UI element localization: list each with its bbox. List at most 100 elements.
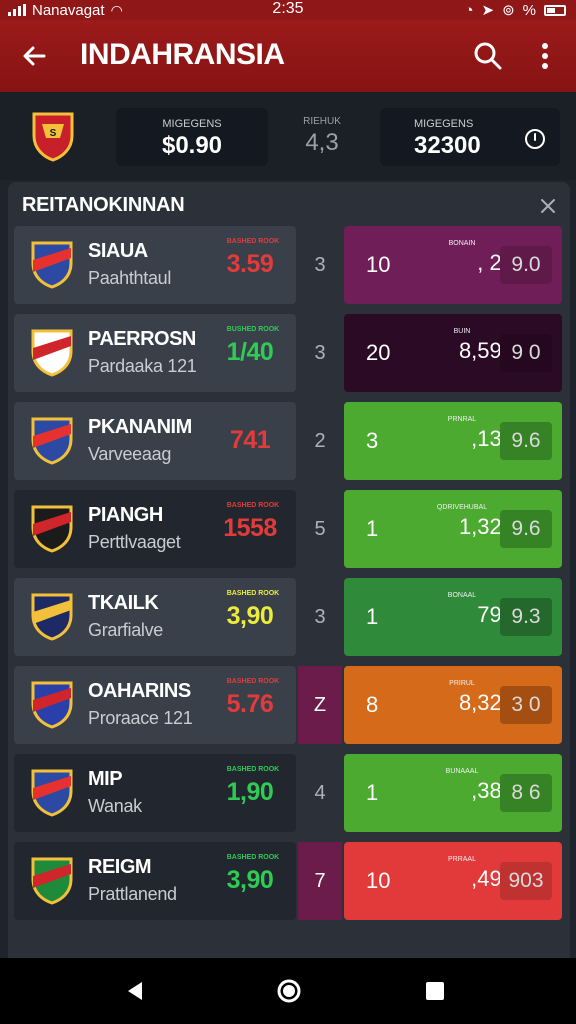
table-row[interactable]: TKAILK Grarfialve BASHED ROOK 3,90 3 1 B… — [14, 578, 562, 656]
score-badge[interactable]: 9 0 — [500, 334, 552, 372]
row-stats-card: 8 PRIRUL 8,329 3 0 — [344, 666, 562, 744]
odds-value: 3,90 — [226, 602, 274, 630]
count-value: 1 — [366, 516, 379, 541]
sync-icon: ⊚ — [502, 2, 515, 19]
summary-strip: S MIGEGENS $0.90 RIEHUK 4,3 MIGEGENS 323… — [0, 92, 576, 180]
row-stats-card: 20 BUIN 8,599 9 0 — [344, 314, 562, 392]
score-badge[interactable]: 9.3 — [500, 598, 552, 636]
team-subtitle: Paahthtaul — [88, 268, 172, 288]
odds-value: 741 — [229, 426, 271, 454]
team-crest-icon — [30, 416, 74, 466]
row-stats-card: 10 BONAIN , 29 9.0 — [344, 226, 562, 304]
row-stats-card: 1 BUNAAAL ,389 8 6 — [344, 754, 562, 832]
count-value: 20 — [366, 340, 391, 365]
amount-caption: PRRAAL — [447, 856, 476, 863]
app-bar: INDAHRANSIA — [0, 20, 576, 92]
row-team-card: TKAILK Grarfialve BASHED ROOK 3,90 — [14, 578, 296, 656]
odds-caption: BUSHED ROOK — [226, 326, 280, 333]
rank-value: 3 — [314, 341, 326, 364]
team-name: PIANGH — [88, 504, 163, 526]
odds-value: 1558 — [223, 514, 277, 542]
team-subtitle: Prattlanend — [88, 884, 177, 904]
table-row[interactable]: MIP Wanak BASHED ROOK 1,90 4 1 BUNAAAL ,… — [14, 754, 562, 832]
nav-recents-icon[interactable] — [420, 976, 450, 1006]
team-subtitle: Perttlvaaget — [88, 532, 181, 552]
team-name: OAHARINS — [88, 680, 191, 702]
battery-percent: % — [522, 1, 536, 19]
team-name: REIGM — [88, 856, 152, 878]
rank-value: 4 — [314, 781, 326, 804]
more-vert-icon[interactable] — [530, 38, 560, 74]
rankings-panel: REITANOKINNAN SIAUA Paahthtaul BASHED RO… — [8, 182, 570, 972]
carrier-name: Nanavagat — [32, 1, 105, 19]
stat-box-left: MIGEGENS $0.90 — [116, 108, 268, 166]
amount-caption: BUIN — [453, 328, 471, 335]
table-row[interactable]: PIANGH Perttlvaaget BASHED ROOK 1558 5 1… — [14, 490, 562, 568]
row-team-card: MIP Wanak BASHED ROOK 1,90 — [14, 754, 296, 832]
row-team-card: PKANANIM Varveeaag 741 — [14, 402, 296, 480]
odds-caption: BASHED ROOK — [226, 766, 280, 773]
info-icon[interactable] — [520, 124, 550, 154]
team-crest-icon — [30, 328, 74, 378]
amount-caption: BONAAL — [447, 592, 477, 599]
odds-caption: BASHED ROOK — [226, 502, 280, 509]
odds-caption: BASHED ROOK — [226, 678, 280, 685]
count-value: 8 — [366, 692, 379, 717]
system-nav-bar — [0, 958, 576, 1024]
row-team-card: PAERROSN Pardaaka 121 BUSHED ROOK 1/40 — [14, 314, 296, 392]
rank-value: 3 — [314, 253, 326, 276]
odds-value: 5.76 — [226, 690, 274, 718]
score-badge[interactable]: 8 6 — [500, 774, 552, 812]
status-bar: Nanavagat ◠ 2:35 ◔ ➤ ⊚ % — [0, 0, 576, 20]
table-row[interactable]: OAHARINS Proraace 121 BASHED ROOK 5.76 Z… — [14, 666, 562, 744]
team-name: SIAUA — [88, 240, 148, 262]
amount-caption: PRIRUL — [449, 680, 475, 687]
location-icon: ➤ — [481, 2, 495, 19]
score-badge[interactable]: 9.0 — [500, 246, 552, 284]
amount-caption: BONAIN — [448, 240, 476, 247]
table-row[interactable]: REIGM Prattlanend BASHED ROOK 3,90 7 10 … — [14, 842, 562, 920]
table-row[interactable]: SIAUA Paahthtaul BASHED ROOK 3.59 3 10 B… — [14, 226, 562, 304]
odds-caption: BASHED ROOK — [226, 854, 280, 861]
row-team-card: PIANGH Perttlvaaget BASHED ROOK 1558 — [14, 490, 296, 568]
odds-caption: BASHED ROOK — [226, 238, 280, 245]
team-crest-icon: S — [30, 110, 76, 162]
row-stats-card: 1 BONAAL 790 9.3 — [344, 578, 562, 656]
team-crest-icon — [30, 680, 74, 730]
team-subtitle: Pardaaka 121 — [88, 356, 197, 376]
row-stats-card: 1 QDRIVEHUBAL 1,327 9.6 — [344, 490, 562, 568]
nav-back-icon[interactable] — [120, 976, 150, 1006]
row-team-card: REIGM Prattlanend BASHED ROOK 3,90 — [14, 842, 296, 920]
rank-value: 5 — [314, 517, 326, 540]
rank-value: 2 — [314, 429, 326, 452]
score-badge[interactable]: 9.6 — [500, 422, 552, 460]
row-stats-card: 3 PRNRAL ,139 9.6 — [344, 402, 562, 480]
table-row[interactable]: PAERROSN Pardaaka 121 BUSHED ROOK 1/40 3… — [14, 314, 562, 392]
team-name: TKAILK — [88, 592, 159, 614]
stat-mid-value: 4,3 — [305, 129, 339, 156]
back-arrow-icon[interactable] — [18, 40, 50, 72]
odds-value: 3,90 — [226, 866, 274, 894]
score-badge[interactable]: 9.6 — [500, 510, 552, 548]
stat-mid-label: RIEHUK — [303, 116, 341, 127]
team-subtitle: Varveeaag — [88, 444, 172, 464]
page-title: INDAHRANSIA — [80, 38, 285, 71]
team-name: PAERROSN — [88, 328, 196, 350]
team-crest-icon — [30, 240, 74, 290]
team-crest-icon — [30, 768, 74, 818]
count-value: 1 — [366, 780, 379, 805]
row-team-card: OAHARINS Proraace 121 BASHED ROOK 5.76 — [14, 666, 296, 744]
nav-home-icon[interactable] — [274, 976, 304, 1006]
team-subtitle: Proraace 121 — [88, 708, 193, 728]
team-crest-icon — [30, 856, 74, 906]
table-row[interactable]: PKANANIM Varveeaag 741 2 3 PRNRAL ,139 9… — [14, 402, 562, 480]
row-team-card: SIAUA Paahthtaul BASHED ROOK 3.59 — [14, 226, 296, 304]
count-value: 10 — [366, 868, 391, 893]
panel-title: REITANOKINNAN — [22, 194, 185, 216]
search-icon[interactable] — [470, 38, 506, 74]
stat-left-value: $0.90 — [161, 132, 223, 159]
score-badge[interactable]: 903 — [500, 862, 552, 900]
team-name: PKANANIM — [88, 416, 192, 438]
close-icon[interactable] — [534, 192, 562, 220]
score-badge[interactable]: 3 0 — [500, 686, 552, 724]
